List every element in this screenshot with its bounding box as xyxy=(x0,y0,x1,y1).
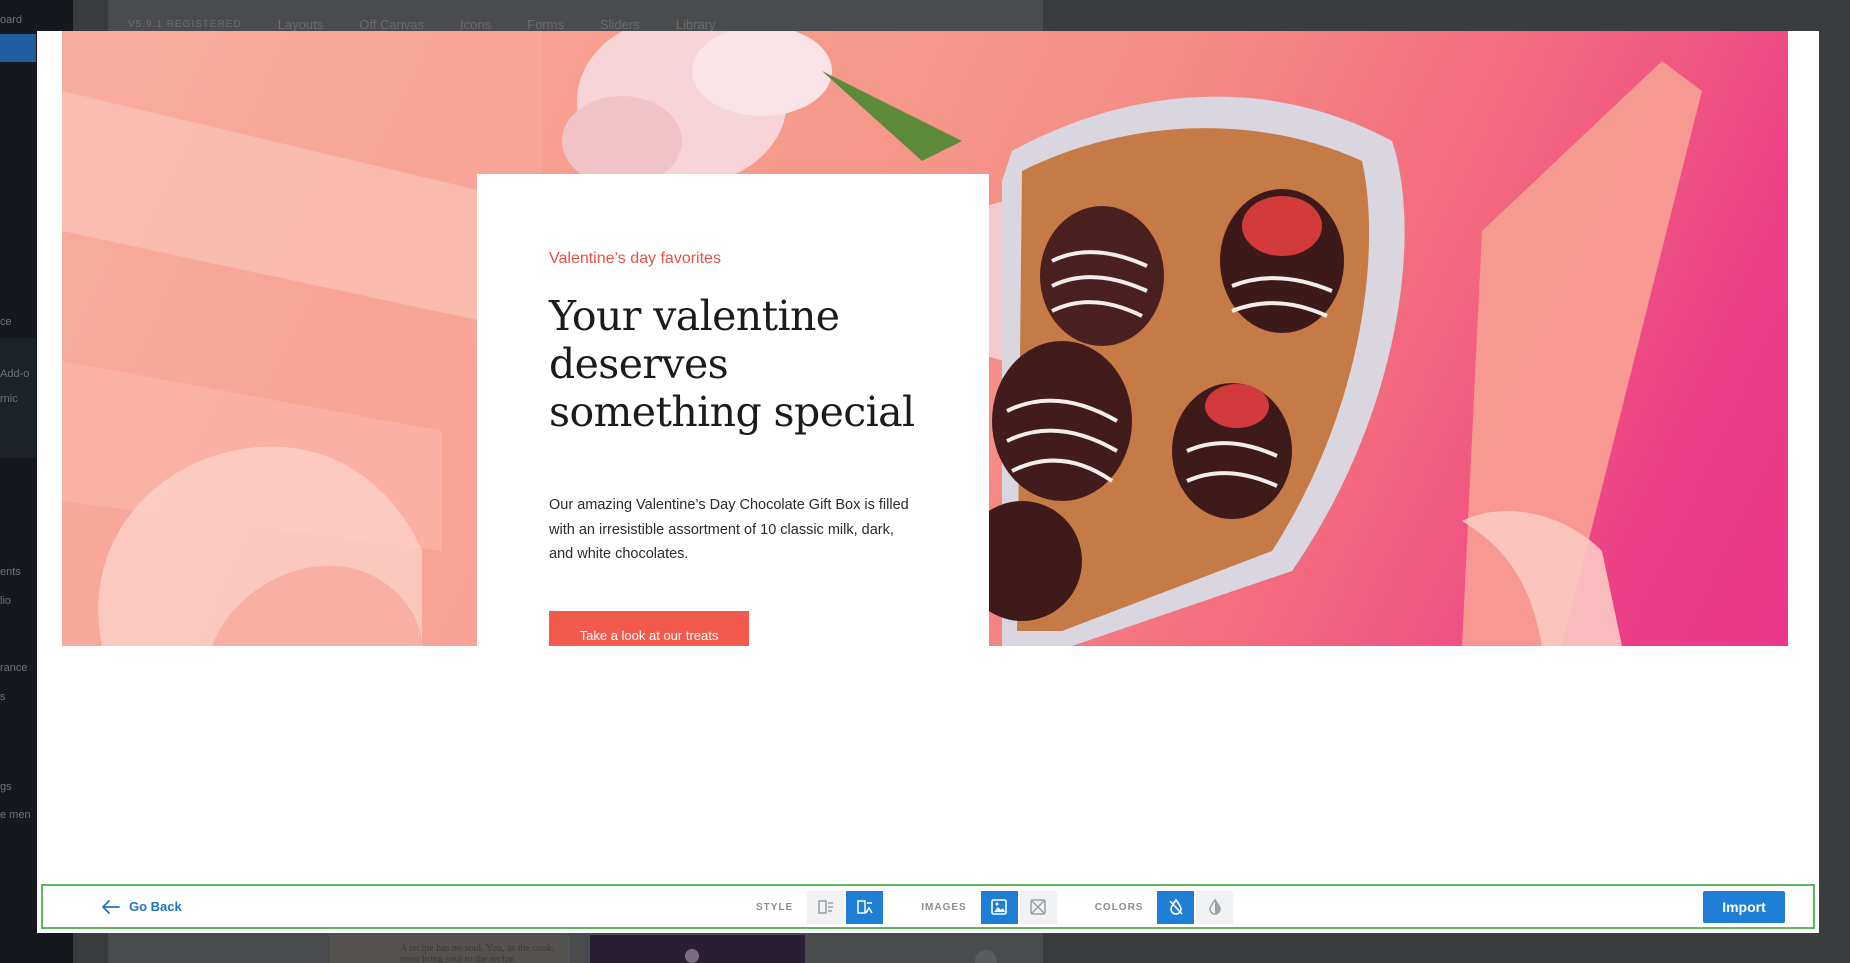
background-sidebar-item: Add-o xyxy=(0,368,30,380)
background-thumbnail: A recipe has no soul. You, as the cook, … xyxy=(330,935,570,963)
preview-footer-toolbar: Go Back STYLE IMAGES COLORS Import xyxy=(41,884,1815,929)
background-sidebar-item: e men xyxy=(0,809,31,821)
colors-label: COLORS xyxy=(1094,901,1144,913)
layout-right-image-icon xyxy=(856,900,873,914)
background-version: V5.9.1 REGISTERED xyxy=(128,18,242,30)
cta-button[interactable]: Take a look at our treats xyxy=(549,611,749,646)
images-option-show[interactable] xyxy=(980,890,1018,924)
background-sidebar-item: gs xyxy=(0,781,12,793)
images-label: IMAGES xyxy=(921,901,967,913)
layout-left-image-icon xyxy=(817,900,833,914)
background-thumbnail-caption-text: Information Container 387 xyxy=(835,954,953,963)
colors-option-none[interactable] xyxy=(1157,890,1195,924)
background-sidebar-item: rnic xyxy=(0,393,18,405)
background-nav-item: Layouts xyxy=(277,16,324,32)
layout-preview-modal: Valentine’s day favorites Your valentine… xyxy=(37,31,1819,933)
contrast-icon xyxy=(1209,898,1221,915)
background-nav-item: Sliders xyxy=(599,16,640,32)
go-back-label: Go Back xyxy=(129,899,182,914)
background-sidebar-active-item xyxy=(0,34,36,62)
background-thumbnail xyxy=(590,935,805,963)
image-icon xyxy=(991,899,1007,915)
background-sidebar-item: ents xyxy=(0,566,21,578)
background-thumbnail-text: A recipe has no soul. You, as the cook, … xyxy=(400,943,555,963)
no-color-icon xyxy=(1169,898,1183,915)
hero-headline: Your valentine deserves something specia… xyxy=(549,292,915,436)
images-option-hide[interactable] xyxy=(1019,890,1057,924)
background-nav-item: Forms xyxy=(527,16,564,32)
preview-options: STYLE IMAGES COLORS xyxy=(756,890,1234,924)
arrow-left-icon xyxy=(102,899,120,914)
background-sidebar-item: ce xyxy=(0,316,12,328)
hero-text-card: Valentine’s day favorites Your valentine… xyxy=(477,174,989,646)
hero-description: Our amazing Valentine’s Day Chocolate Gi… xyxy=(549,497,909,562)
background-nav-item: Icons xyxy=(460,16,492,32)
go-back-button[interactable]: Go Back xyxy=(101,899,182,914)
hero-section: Valentine’s day favorites Your valentine… xyxy=(62,31,1788,646)
background-nav-item: Off Canvas xyxy=(359,16,425,32)
style-option-right-image[interactable] xyxy=(846,890,884,924)
background-thumbnail-caption: Information Container 387 xyxy=(835,950,997,963)
style-option-left-image[interactable] xyxy=(807,890,845,924)
colors-option-contrast[interactable] xyxy=(1196,890,1234,924)
background-nav-item: Library xyxy=(675,16,716,32)
style-label: STYLE xyxy=(756,901,794,913)
background-sidebar-item: oard xyxy=(0,14,23,26)
background-sidebar-item: s xyxy=(0,691,6,703)
no-image-icon xyxy=(1030,899,1046,915)
background-sidebar-item: rance xyxy=(0,662,28,674)
hero-eyebrow: Valentine’s day favorites xyxy=(549,250,721,267)
import-button[interactable]: Import xyxy=(1703,891,1785,923)
background-sidebar-item: lio xyxy=(0,595,12,607)
